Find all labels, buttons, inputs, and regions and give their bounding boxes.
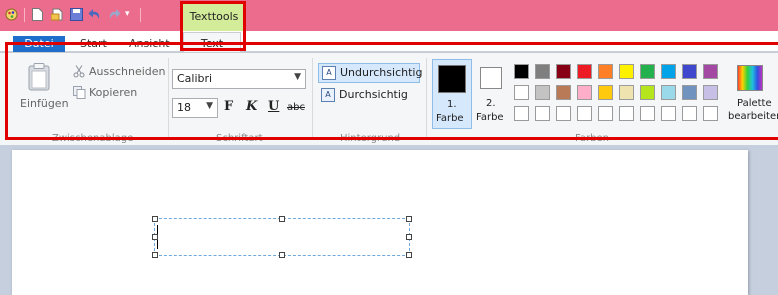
undo-icon[interactable] [88,8,101,21]
redo-icon[interactable] [107,8,121,21]
resize-handle[interactable] [406,234,412,240]
qa-separator [140,8,141,22]
resize-handle[interactable] [152,216,158,222]
resize-handle[interactable] [279,252,285,258]
resize-handle[interactable] [279,216,285,222]
qa-separator [24,8,25,22]
customize-qa-chevron-icon[interactable]: ▾ [125,8,138,21]
text-box[interactable] [154,218,410,256]
open-folder-icon[interactable] [50,8,64,21]
highlight-ribbon [5,42,778,140]
app-icon[interactable] [5,8,18,21]
resize-handle[interactable] [152,252,158,258]
resize-handle[interactable] [406,216,412,222]
save-icon[interactable] [70,8,83,21]
resize-handle[interactable] [152,234,158,240]
new-file-icon[interactable] [32,8,45,21]
resize-handle[interactable] [406,252,412,258]
